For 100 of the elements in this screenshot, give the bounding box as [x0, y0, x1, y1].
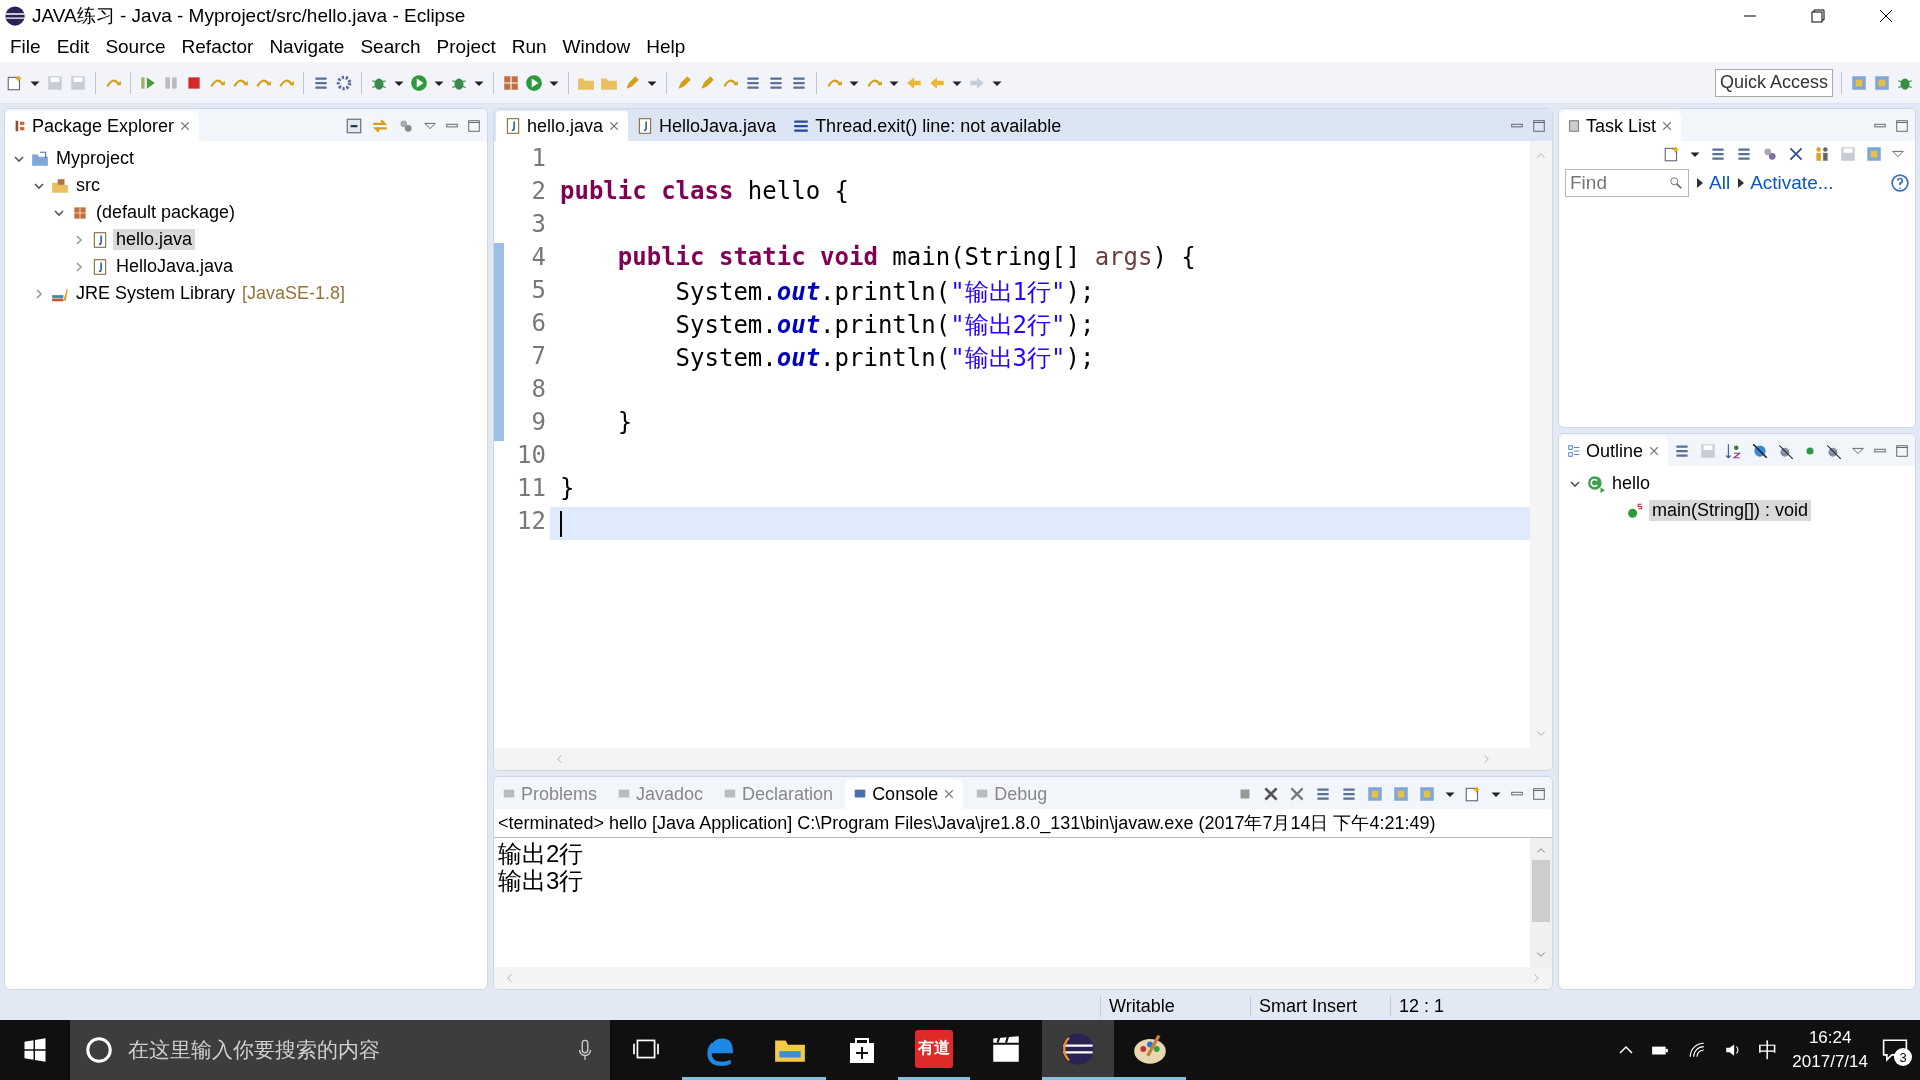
menu-item[interactable]: Edit	[48, 36, 98, 58]
list-icon[interactable]	[1735, 145, 1753, 163]
outline-tab[interactable]: Outline	[1559, 436, 1669, 466]
list-icon[interactable]	[1314, 785, 1332, 803]
menu-item[interactable]: Refactor	[173, 36, 262, 58]
close-icon[interactable]	[943, 788, 956, 800]
perspective-icon[interactable]	[1873, 73, 1891, 92]
code-line: public class hello {	[559, 177, 850, 207]
quick-access-field[interactable]: Quick Access	[1715, 68, 1833, 97]
tree-item[interactable]: JRE System Library	[73, 283, 239, 304]
speech-bubble-icon	[1882, 1038, 1908, 1062]
view-tab[interactable]: Console	[845, 779, 964, 809]
pencil-icon[interactable]	[623, 73, 641, 92]
filter-link[interactable]: Activate...	[1738, 172, 1834, 194]
code-line: System.out.println("输出3行");	[674, 343, 1096, 374]
line-number: 2	[530, 177, 547, 207]
pencil-icon[interactable]	[675, 73, 693, 92]
link-arrows-icon[interactable]	[371, 117, 389, 135]
menu-item[interactable]: Run	[503, 36, 555, 58]
taskbar-app-button[interactable]	[1042, 1020, 1114, 1080]
line-number: 3	[530, 210, 547, 240]
taskbar-search-box[interactable]: 在这里输入你要搜索的内容	[70, 1020, 610, 1080]
filter-icon[interactable]	[1761, 145, 1779, 163]
maximize-icon[interactable]	[1895, 442, 1909, 460]
remove-icon[interactable]	[1262, 785, 1280, 803]
code-line: public static void main(String[] args) {	[616, 243, 1197, 273]
clear-icon[interactable]	[1787, 145, 1805, 163]
find-field[interactable]: Find	[1565, 169, 1689, 197]
menu-item[interactable]: Navigate	[261, 36, 353, 58]
status-field: Writable	[1100, 995, 1250, 1017]
filter-link[interactable]: All	[1697, 172, 1731, 194]
package-icon[interactable]	[502, 73, 520, 92]
hide-local-types-icon[interactable]	[1825, 442, 1843, 460]
filter-icon[interactable]	[397, 117, 415, 135]
eclipse-logo-icon	[1060, 1030, 1096, 1067]
menu-item[interactable]: Window	[554, 36, 639, 58]
remove-all-icon[interactable]	[1288, 785, 1306, 803]
console-header: <terminated> hello [Java Application] C:\Program Files\Java\jre1.8.0_131\bin\javaw.exe (2017年7月14日 下午4:21:49)	[494, 809, 1552, 838]
search-field[interactable]: 在这里输入你要搜索的内容	[126, 1037, 562, 1063]
maximize-icon[interactable]	[1895, 117, 1909, 135]
new-file-icon[interactable]	[6, 73, 24, 92]
tree-item[interactable]: (default package)	[93, 202, 239, 223]
pencil-icon[interactable]	[698, 73, 716, 92]
java-file-icon	[91, 230, 109, 249]
list-icon[interactable]	[1340, 785, 1358, 803]
menu-item[interactable]: Source	[97, 36, 174, 58]
help-icon[interactable]	[1891, 174, 1909, 192]
perspective-icon[interactable]	[1392, 785, 1410, 803]
console-output-line: 输出2行	[498, 840, 585, 867]
stack-frame-icon	[792, 117, 811, 135]
notification-button[interactable]: 3	[1882, 1038, 1908, 1062]
editor-tab[interactable]: hello.java	[496, 111, 629, 141]
perspective-icon[interactable]	[1865, 145, 1883, 163]
line-number: 5	[530, 276, 547, 306]
collapse-all-icon[interactable]	[345, 117, 363, 135]
people-icon[interactable]	[1813, 145, 1831, 163]
list-icon[interactable]	[1709, 145, 1727, 163]
text-cursor	[560, 511, 562, 537]
tree-item[interactable]: main(String[]) : void	[1649, 500, 1812, 521]
menu-item[interactable]: Help	[638, 36, 694, 58]
hide-static-icon[interactable]	[1777, 442, 1795, 460]
line-number: 12	[516, 507, 547, 537]
tree-item[interactable]: HelloJava.java	[113, 256, 237, 277]
menu-item[interactable]: File	[2, 36, 49, 58]
close-icon[interactable]	[179, 120, 192, 132]
perspective-icon[interactable]	[1850, 73, 1868, 92]
input-method-indicator[interactable]: 中	[1758, 1036, 1779, 1064]
eclipse-logo-icon	[4, 5, 26, 27]
package-explorer-tab[interactable]: Package Explorer	[5, 111, 200, 141]
run-icon[interactable]	[525, 73, 543, 92]
line-number: 4	[530, 243, 547, 273]
sort-icon[interactable]	[1725, 442, 1743, 460]
line-number: 1	[530, 144, 547, 174]
task-list-tab[interactable]: Task List	[1559, 111, 1682, 141]
run-icon[interactable]	[410, 73, 428, 92]
perspective-icon[interactable]	[1366, 785, 1384, 803]
close-icon[interactable]	[608, 120, 621, 132]
hide-fields-icon[interactable]	[1751, 442, 1769, 460]
code-line: }	[559, 474, 576, 504]
new-file-icon[interactable]	[1663, 145, 1681, 163]
gear-icon[interactable]	[335, 73, 353, 92]
close-icon[interactable]	[1661, 120, 1674, 132]
new-file-icon[interactable]	[1464, 785, 1482, 803]
close-icon[interactable]	[1648, 445, 1661, 457]
close-icon	[1879, 9, 1893, 23]
menu-item[interactable]: Search	[352, 36, 429, 58]
list-icon[interactable]	[1673, 442, 1691, 460]
taskbar-app-button[interactable]: 有道	[898, 1020, 970, 1080]
maximize-icon[interactable]	[1532, 785, 1546, 803]
tree-item[interactable]: hello	[1609, 473, 1654, 494]
vertical-scrollbar[interactable]	[1530, 838, 1552, 967]
editor-tab[interactable]: Thread.exit() line: not available	[784, 111, 1070, 141]
maximize-icon[interactable]	[1532, 117, 1546, 135]
menu-item[interactable]: Project	[428, 36, 504, 58]
perspective-icon[interactable]	[1418, 785, 1436, 803]
maximize-icon[interactable]	[467, 117, 481, 135]
tree-item[interactable]: src	[73, 175, 103, 196]
editor-tab[interactable]: HelloJava.java	[628, 111, 785, 141]
tree-item[interactable]: Myproject	[53, 148, 138, 169]
tree-item[interactable]: hello.java	[113, 229, 196, 250]
